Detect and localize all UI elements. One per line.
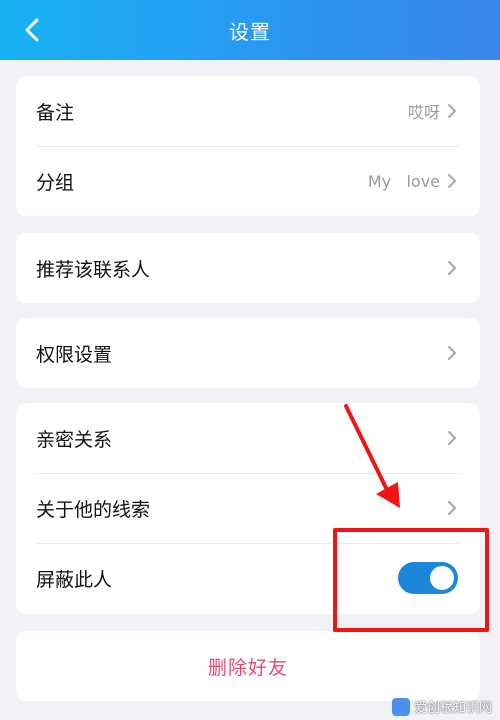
annotation-arrow <box>344 404 400 508</box>
back-button[interactable] <box>16 14 48 46</box>
chevron-left-icon <box>25 18 39 42</box>
delete-friend-button[interactable]: 删除好友 <box>16 631 480 701</box>
chevron-right-icon <box>448 104 456 118</box>
permission-label: 权限设置 <box>36 343 113 366</box>
recommend-card: 推荐该联系人 <box>16 233 480 303</box>
remark-row[interactable]: 备注 哎呀 <box>16 76 480 146</box>
app-header: 设置 <box>0 0 500 60</box>
group-value: My love <box>367 171 440 191</box>
contact-info-card: 备注 哎呀 分组 My love <box>16 76 480 216</box>
recommend-contact-row[interactable]: 推荐该联系人 <box>16 233 480 303</box>
permission-settings-row[interactable]: 权限设置 <box>16 318 480 388</box>
chevron-right-icon <box>448 174 456 188</box>
clues-label: 关于他的线索 <box>36 498 151 521</box>
chevron-right-icon <box>448 431 456 445</box>
block-label: 屏蔽此人 <box>36 568 113 591</box>
chevron-right-icon <box>448 261 456 275</box>
intimacy-label: 亲密关系 <box>36 428 113 451</box>
permission-card: 权限设置 <box>16 318 480 388</box>
watermark-text: 爱创根知识网 <box>413 701 492 716</box>
delete-friend-label: 删除好友 <box>207 656 288 679</box>
remark-value: 哎呀 <box>407 103 440 122</box>
chevron-right-icon <box>448 501 456 515</box>
page-title: 设置 <box>229 19 271 44</box>
chevron-right-icon <box>448 346 456 360</box>
recommend-label: 推荐该联系人 <box>36 258 151 281</box>
annotation-highlight-box <box>333 528 489 632</box>
group-row[interactable]: 分组 My love <box>16 146 480 216</box>
group-label: 分组 <box>36 171 75 194</box>
watermark: 爱创根知识网 <box>391 697 492 716</box>
watermark-logo-icon <box>391 697 410 716</box>
remark-label: 备注 <box>36 101 75 124</box>
